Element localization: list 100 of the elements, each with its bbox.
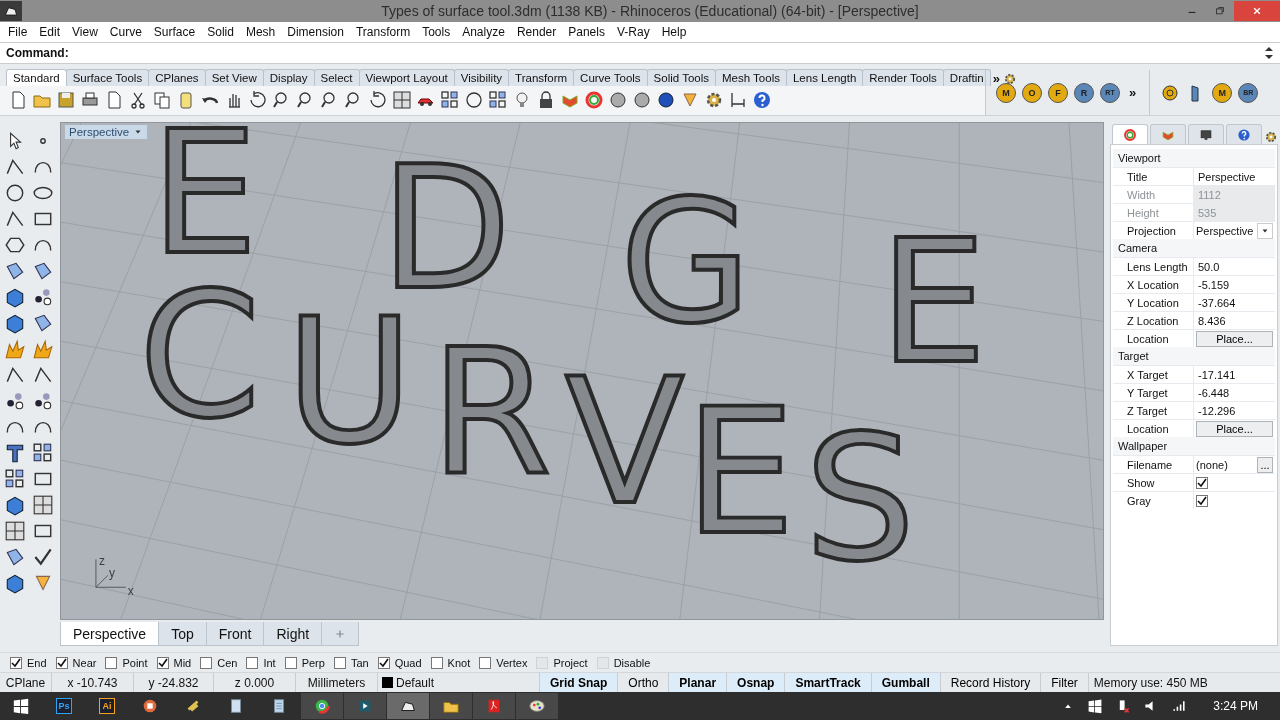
checkbox[interactable] <box>105 656 118 669</box>
panel-tab[interactable] <box>1226 124 1262 144</box>
browser-icon[interactable] <box>313 697 331 715</box>
more-tools-button[interactable]: » <box>1126 85 1140 100</box>
viewport-title[interactable]: Perspective <box>65 125 148 139</box>
sphere-icon[interactable] <box>608 90 628 111</box>
taskbar-app[interactable]: Ps <box>43 693 85 719</box>
settings-icon[interactable] <box>1264 130 1278 144</box>
surface-icon[interactable] <box>32 260 54 282</box>
checkbox[interactable] <box>479 656 492 669</box>
toolbar-tab[interactable]: Display <box>262 68 315 86</box>
checkbox[interactable] <box>1196 476 1208 489</box>
property-value[interactable]: (none) <box>1196 458 1257 471</box>
property-value[interactable]: Perspective <box>1196 224 1257 237</box>
menu-item[interactable]: Panels <box>562 25 611 39</box>
wheel-icon[interactable] <box>584 90 604 111</box>
toolbar-tab[interactable]: Mesh Tools <box>715 68 787 86</box>
toolbar-tab[interactable]: CPlanes <box>148 68 206 86</box>
dots-icon[interactable] <box>32 390 54 412</box>
dots-icon[interactable] <box>4 390 26 412</box>
wheel-icon[interactable] <box>1123 127 1137 142</box>
spin-arrows-icon[interactable] <box>1264 45 1274 61</box>
osnap-label[interactable]: Knot <box>447 656 471 669</box>
menu-item[interactable]: Dimension <box>281 25 350 39</box>
taskbar-app[interactable] <box>516 693 558 719</box>
sphere-icon[interactable] <box>632 90 652 111</box>
status-pane[interactable]: SmartTrack <box>785 673 872 692</box>
grid-icon[interactable] <box>392 90 412 111</box>
toolbar-tab[interactable]: Standard <box>6 68 67 86</box>
checkbox[interactable] <box>377 656 390 669</box>
toolbar-tab[interactable]: Viewport Layout <box>358 68 455 86</box>
viewport-tab[interactable]: Top <box>158 622 207 646</box>
osnap-label[interactable]: Vertex <box>496 656 528 669</box>
menu-item[interactable]: Mesh <box>239 25 282 39</box>
osnap-label[interactable]: End <box>27 656 47 669</box>
menu-item[interactable]: Tools <box>416 25 457 39</box>
viewport-tab[interactable]: Front <box>205 622 265 646</box>
copy-icon[interactable] <box>152 90 172 111</box>
status-pane[interactable]: Osnap <box>727 673 786 692</box>
burst-icon[interactable] <box>4 338 26 360</box>
grid-icon[interactable] <box>4 520 26 542</box>
surface-icon[interactable] <box>32 312 54 334</box>
toolbar-tab[interactable]: Draftin <box>942 68 991 86</box>
plugin-button[interactable]: O <box>1022 82 1042 103</box>
box-icon[interactable] <box>4 312 26 334</box>
toolbar-tab[interactable]: Visibility <box>453 68 510 86</box>
toolbar-tab[interactable]: Select <box>313 68 360 86</box>
toolbar-tab[interactable]: Surface Tools <box>65 68 150 86</box>
help-icon[interactable] <box>1237 127 1251 142</box>
checkbox[interactable] <box>1196 494 1208 507</box>
box-icon[interactable] <box>4 286 26 308</box>
osnap-label[interactable]: Mid <box>173 656 192 669</box>
plugin-button[interactable]: M <box>996 82 1016 103</box>
checkbox[interactable] <box>156 656 169 669</box>
plugin-button[interactable]: R <box>1074 82 1094 103</box>
scissors-icon[interactable] <box>128 90 148 111</box>
checkbox[interactable] <box>10 656 22 669</box>
menu-item[interactable]: File <box>2 25 34 39</box>
settings-icon[interactable] <box>1002 71 1017 86</box>
surface-icon[interactable] <box>4 260 26 282</box>
check-icon[interactable] <box>32 546 54 568</box>
plugin-button[interactable]: F <box>1048 82 1068 103</box>
checkbox[interactable] <box>284 656 297 669</box>
menu-item[interactable]: Curve <box>103 25 148 39</box>
checkbox[interactable] <box>55 656 68 669</box>
toolbar-tab[interactable]: Transform <box>508 68 575 86</box>
toolbar-tab[interactable]: Render Tools <box>862 68 944 86</box>
panel-tab[interactable] <box>1188 124 1224 144</box>
checkbox[interactable] <box>200 656 213 669</box>
t-shape-icon[interactable] <box>4 442 26 464</box>
osnap-label[interactable]: Int <box>263 656 276 669</box>
box-icon[interactable] <box>4 494 26 516</box>
circle-icon[interactable] <box>4 182 26 204</box>
osnap-label[interactable]: Point <box>122 656 148 669</box>
save-icon[interactable] <box>56 90 76 111</box>
squares-icon[interactable] <box>488 90 508 111</box>
status-pane[interactable]: Planar <box>669 673 728 692</box>
toolbar-tab[interactable]: Solid Tools <box>646 68 716 86</box>
dots-icon[interactable] <box>32 286 54 308</box>
target-icon[interactable] <box>1160 82 1181 103</box>
status-pane[interactable]: Grid Snap <box>540 673 619 692</box>
toolbar-tab[interactable]: Lens Length <box>785 68 864 86</box>
checkbox[interactable] <box>333 656 346 669</box>
place-button[interactable]: Place... <box>1196 330 1273 347</box>
help-icon[interactable] <box>752 90 772 111</box>
circle-icon[interactable] <box>464 90 484 111</box>
shaded-sphere-icon[interactable] <box>656 90 676 111</box>
menu-item[interactable]: Surface <box>147 25 202 39</box>
surface-icon[interactable] <box>4 546 26 568</box>
monitor-icon[interactable] <box>1199 127 1213 142</box>
menu-item[interactable]: Render <box>510 25 563 39</box>
menu-item[interactable]: Transform <box>349 25 417 39</box>
taskbar-app[interactable]: Ai <box>86 693 128 719</box>
checkbox[interactable] <box>430 656 443 669</box>
toolbar-tab[interactable]: Curve Tools <box>573 68 648 86</box>
squares-icon[interactable] <box>440 90 460 111</box>
windows-logo-icon[interactable] <box>12 697 30 715</box>
burst-icon[interactable] <box>32 338 54 360</box>
place-button[interactable]: Place... <box>1196 420 1273 437</box>
menu-item[interactable]: Help <box>655 25 693 39</box>
